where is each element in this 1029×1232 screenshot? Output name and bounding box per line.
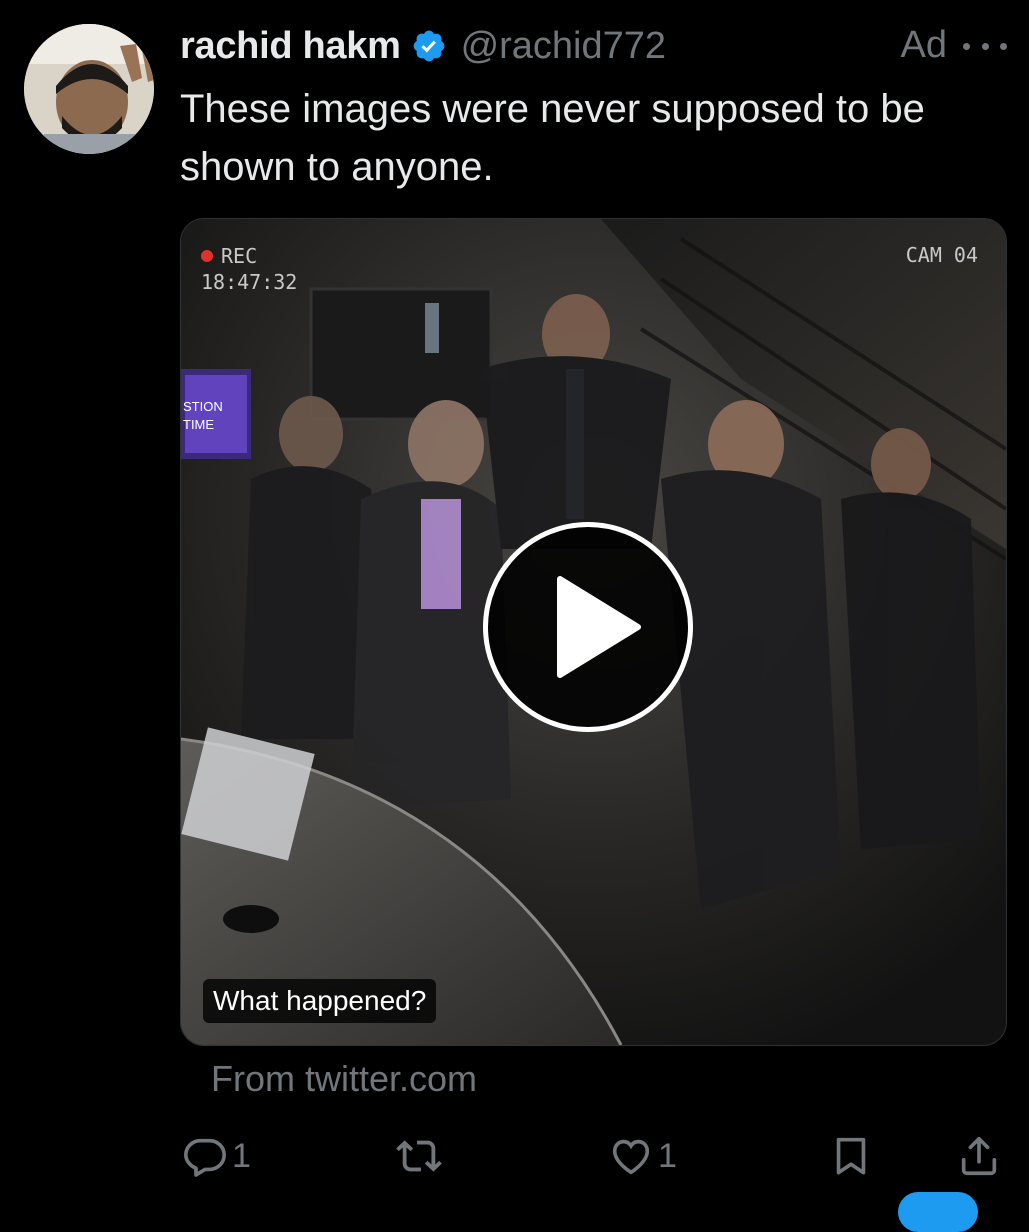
ad-label: Ad xyxy=(900,24,947,66)
bookmark-button[interactable] xyxy=(828,1128,874,1184)
rec-dot-icon xyxy=(201,250,213,262)
play-icon xyxy=(557,576,641,678)
tweet-text: These images were never supposed to be s… xyxy=(180,87,925,189)
source-link[interactable]: From twitter.com xyxy=(211,1058,477,1100)
more-options-icon[interactable] xyxy=(963,34,1007,58)
author-display-name[interactable]: rachid hakm xyxy=(180,25,401,68)
verified-badge-icon[interactable] xyxy=(411,28,447,64)
floating-compose-button[interactable] xyxy=(898,1192,978,1232)
video-card[interactable]: STION TIME REC 18:47:32 CAM 04 What happ… xyxy=(180,218,1007,1046)
author-avatar[interactable] xyxy=(24,24,154,154)
bookmark-icon xyxy=(836,1137,866,1175)
camera-label: CAM 04 xyxy=(905,243,978,267)
rec-timestamp: 18:47:32 xyxy=(201,270,298,294)
like-icon xyxy=(612,1139,650,1175)
tweet-header: rachid hakm @rachid772 Ad xyxy=(180,20,1009,72)
like-button[interactable]: 1 xyxy=(608,1128,677,1184)
rec-label: REC xyxy=(221,244,258,268)
play-button[interactable] xyxy=(483,522,693,732)
video-caption: What happened? xyxy=(203,979,437,1023)
author-handle[interactable]: @rachid772 xyxy=(461,25,666,68)
reply-count: 1 xyxy=(232,1136,251,1175)
share-button[interactable] xyxy=(956,1128,1002,1184)
action-bar: 1 1 xyxy=(180,1128,1010,1188)
retweet-button[interactable] xyxy=(396,1128,442,1184)
like-count: 1 xyxy=(658,1136,677,1175)
svg-text:TIME: TIME xyxy=(183,417,214,432)
reply-button[interactable]: 1 xyxy=(182,1128,251,1184)
studio-sign-text: STION xyxy=(183,399,223,414)
reply-icon xyxy=(184,1138,226,1177)
avatar-photo xyxy=(24,24,154,154)
share-icon xyxy=(961,1136,997,1176)
rec-overlay: REC 18:47:32 xyxy=(201,243,297,295)
retweet-icon xyxy=(396,1140,442,1172)
